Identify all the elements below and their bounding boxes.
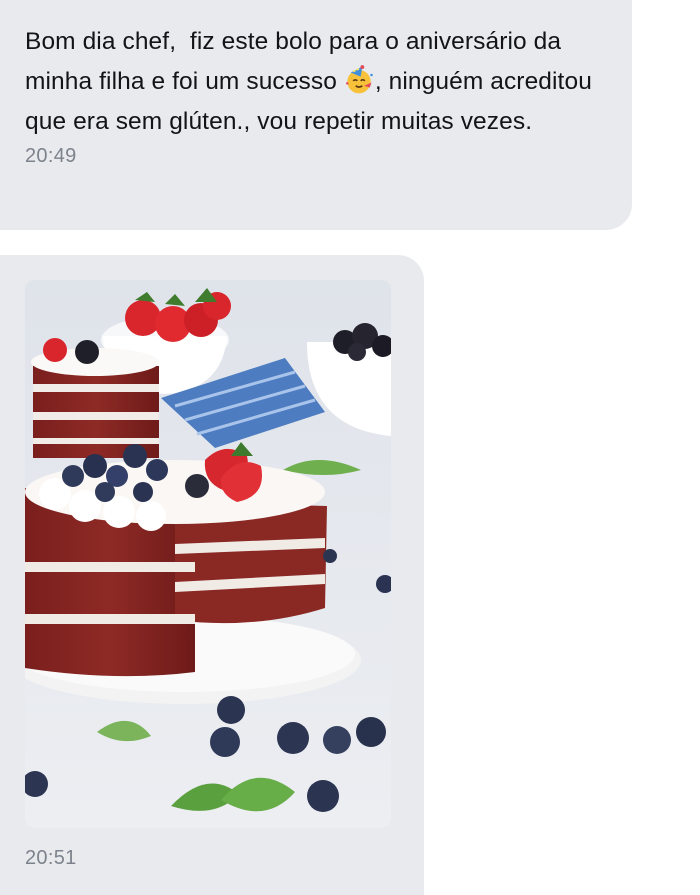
message-bubble-text[interactable]: Bom dia chef, fiz este bolo para o anive…	[0, 0, 632, 230]
party-face-emoji-icon	[345, 65, 373, 94]
message-text: Bom dia chef, fiz este bolo para o anive…	[25, 22, 610, 142]
message-timestamp: 20:49	[25, 145, 77, 167]
message-timestamp: 20:51	[25, 847, 77, 869]
message-bubble-image[interactable]: 20:51	[0, 255, 424, 895]
cake-photo[interactable]	[25, 280, 391, 828]
